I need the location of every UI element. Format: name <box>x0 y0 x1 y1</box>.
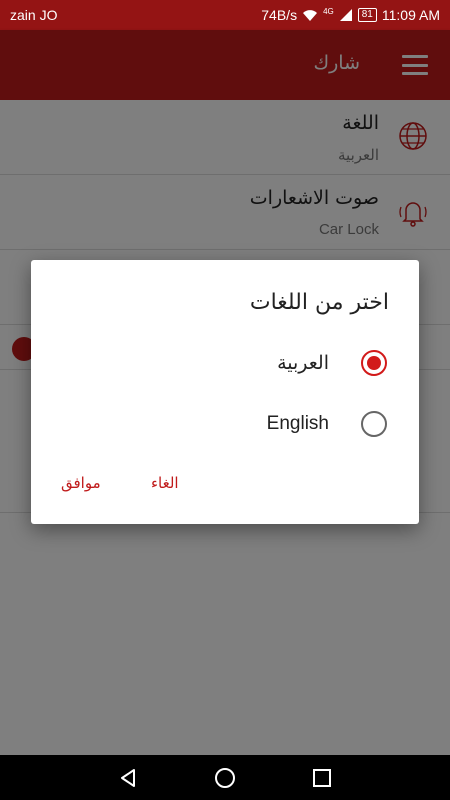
dialog-title: اختر من اللغات <box>249 290 389 315</box>
radio-button-selected[interactable] <box>361 350 387 376</box>
language-dialog: اختر من اللغات العربية English موافق الغ… <box>31 260 419 524</box>
network-speed: 74B/s <box>261 7 298 23</box>
dialog-actions: موافق الغاء <box>31 474 419 504</box>
option-label: English <box>266 413 329 434</box>
option-label: العربية <box>277 353 329 374</box>
network-type: 4G <box>323 7 334 16</box>
language-option-arabic[interactable]: العربية <box>67 344 387 384</box>
cancel-button[interactable]: الغاء <box>151 474 179 492</box>
signal-icon <box>339 9 352 21</box>
wifi-icon <box>303 10 318 21</box>
home-circle-icon[interactable] <box>214 767 236 789</box>
status-icons: 74B/s 4G 81 11:09 AM <box>261 7 440 23</box>
radio-button[interactable] <box>361 411 387 437</box>
status-bar: zain JO 74B/s 4G 81 11:09 AM <box>0 0 450 30</box>
language-option-english[interactable]: English <box>67 405 387 445</box>
clock: 11:09 AM <box>381 7 440 23</box>
back-triangle-icon[interactable] <box>118 768 138 788</box>
battery-level: 81 <box>357 8 377 22</box>
recents-square-icon[interactable] <box>312 768 332 788</box>
carrier-name: zain JO <box>10 7 58 23</box>
system-nav-bar <box>0 755 450 800</box>
ok-button[interactable]: موافق <box>61 474 101 492</box>
